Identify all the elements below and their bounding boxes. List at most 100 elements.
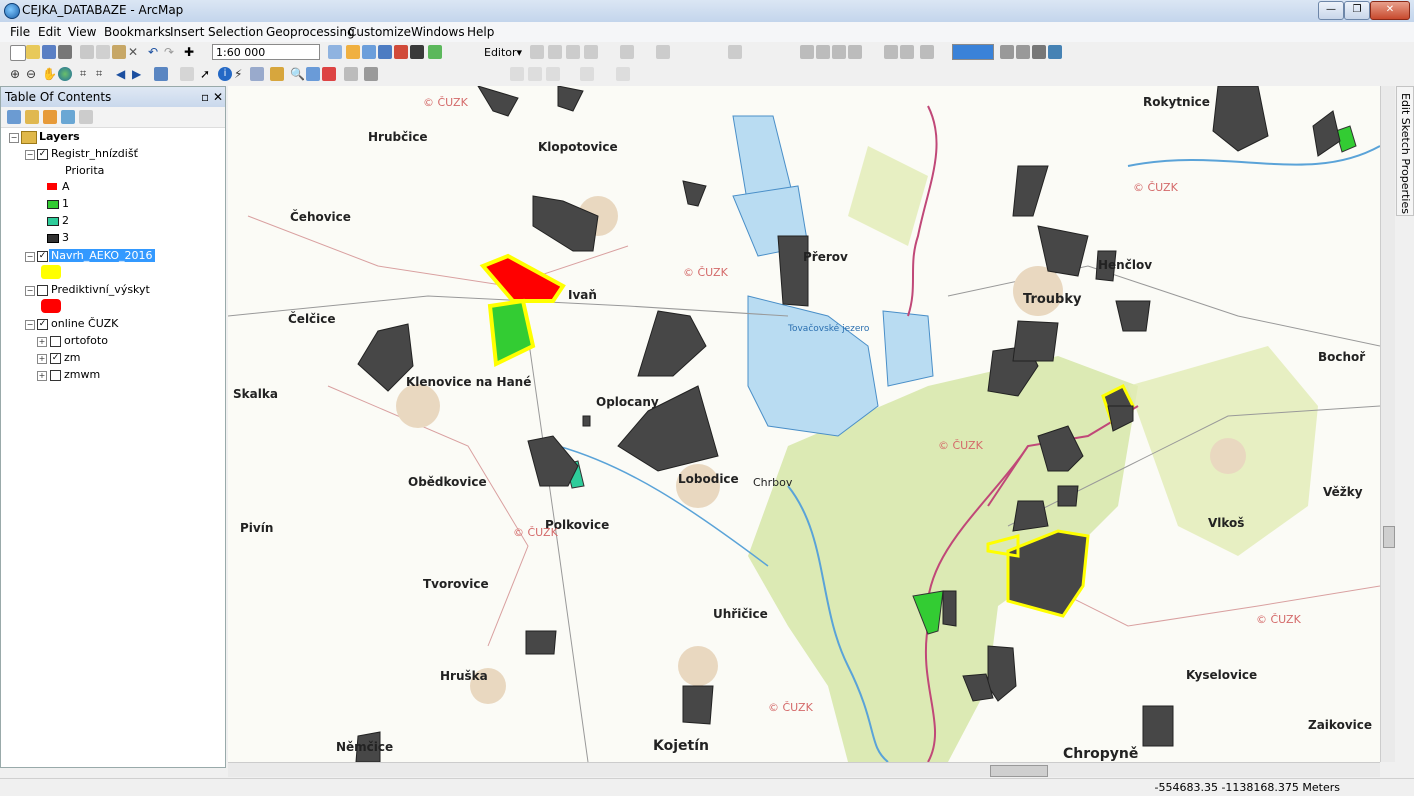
menu-view[interactable]: View	[68, 25, 96, 39]
zm-checkbox[interactable]: ✓	[50, 353, 61, 364]
identify-icon[interactable]: i	[218, 67, 232, 81]
list-by-selection-icon[interactable]	[61, 110, 75, 124]
sketch-tool-icon[interactable]	[548, 45, 562, 59]
registr-collapse-icon[interactable]: −	[25, 150, 35, 160]
rotate-icon[interactable]	[656, 45, 670, 59]
select-features-icon[interactable]	[154, 67, 168, 81]
cuzk-collapse-icon[interactable]: −	[25, 320, 35, 330]
georef-icon-4[interactable]	[848, 45, 862, 59]
navrh-collapse-icon[interactable]: −	[25, 252, 35, 262]
undo-icon[interactable]: ↶	[148, 45, 162, 59]
list-by-visibility-icon[interactable]	[43, 110, 57, 124]
georef-icon-2[interactable]	[816, 45, 830, 59]
print-icon[interactable]	[58, 45, 72, 59]
prediktivni-collapse-icon[interactable]: −	[25, 286, 35, 296]
zmwm-checkbox[interactable]	[50, 370, 61, 381]
scale-combo[interactable]: 1:60 000	[212, 44, 320, 60]
full-extent-icon[interactable]	[58, 67, 72, 81]
layer-prediktivni-label[interactable]: Prediktivní_výskyt	[51, 283, 150, 296]
topology-icon-4[interactable]	[580, 67, 594, 81]
zoom-in-icon[interactable]: ⊕	[10, 67, 24, 81]
layer-ortofoto-label[interactable]: ortofoto	[64, 334, 108, 347]
trace-icon[interactable]	[584, 45, 598, 59]
topology-icon-5[interactable]	[616, 67, 630, 81]
menu-file[interactable]: File	[10, 25, 30, 39]
layer-registr-label[interactable]: Registr_hnízdišť	[51, 147, 138, 160]
layer-zmwm-label[interactable]: zmwm	[64, 368, 100, 381]
toc-close-icon[interactable]: ✕	[213, 90, 223, 104]
topology-icon-1[interactable]	[510, 67, 524, 81]
navrh-checkbox[interactable]: ✓	[37, 251, 48, 262]
layers-collapse-icon[interactable]: −	[9, 133, 19, 143]
fixed-zoom-in-icon[interactable]: ⌗	[80, 67, 94, 81]
menu-edit[interactable]: Edit	[38, 25, 61, 39]
menu-help[interactable]: Help	[467, 25, 494, 39]
minimize-button[interactable]: —	[1318, 1, 1344, 20]
menu-bookmarks[interactable]: Bookmarks	[104, 25, 171, 39]
modelbuilder-icon[interactable]	[428, 45, 442, 59]
go-to-xy-icon[interactable]	[322, 67, 336, 81]
arctoolbox-icon[interactable]	[394, 45, 408, 59]
maximize-button[interactable]: ❐	[1344, 1, 1370, 20]
print-preview-icon[interactable]	[1032, 45, 1046, 59]
edit-tool-icon[interactable]	[530, 45, 544, 59]
map-view[interactable]: Hrubčice Klopotovice Čehovice Ivaň Čelči…	[228, 86, 1380, 762]
layout-icon-1[interactable]	[884, 45, 898, 59]
zoom-out-icon[interactable]: ⊖	[26, 67, 40, 81]
zoom-percent-combo[interactable]	[952, 44, 994, 60]
vertical-scroll-thumb[interactable]	[1383, 526, 1395, 548]
menu-insert[interactable]: Insert	[170, 25, 204, 39]
menu-selection[interactable]: Selection	[208, 25, 263, 39]
python-icon[interactable]	[410, 45, 424, 59]
horizontal-scroll-thumb[interactable]	[990, 765, 1048, 777]
search-window-icon[interactable]	[378, 45, 392, 59]
delete-icon[interactable]: ✕	[128, 45, 142, 59]
forward-extent-icon[interactable]: ▶	[132, 67, 146, 81]
ortofoto-checkbox[interactable]	[50, 336, 61, 347]
time-slider-icon[interactable]	[344, 67, 358, 81]
cut-icon[interactable]	[80, 45, 94, 59]
add-data-icon[interactable]: ✚	[184, 45, 198, 59]
catalog-icon[interactable]	[362, 45, 376, 59]
new-document-icon[interactable]	[10, 45, 26, 61]
prediktivni-checkbox[interactable]	[37, 285, 48, 296]
create-viewer-icon[interactable]	[364, 67, 378, 81]
page-layout-icon[interactable]	[1016, 45, 1030, 59]
map-horizontal-scrollbar[interactable]	[228, 762, 1380, 777]
table-icon[interactable]	[346, 45, 360, 59]
layout-icon-2[interactable]	[900, 45, 914, 59]
find-icon[interactable]: 🔍	[290, 67, 305, 81]
page-icon[interactable]	[1000, 45, 1014, 59]
ortofoto-expand-icon[interactable]: +	[37, 337, 47, 347]
copy-icon[interactable]	[96, 45, 110, 59]
clear-selection-icon[interactable]	[180, 67, 194, 81]
save-icon[interactable]	[42, 45, 56, 59]
topology-icon-2[interactable]	[528, 67, 542, 81]
fixed-zoom-out-icon[interactable]: ⌗	[96, 67, 110, 81]
pan-icon[interactable]: ✋	[42, 67, 57, 81]
straight-segment-icon[interactable]	[566, 45, 580, 59]
edit-sketch-properties-tab[interactable]: Edit Sketch Properties	[1396, 86, 1414, 216]
toc-options-icon[interactable]	[79, 110, 93, 124]
georef-icon-3[interactable]	[832, 45, 846, 59]
map-vertical-scrollbar[interactable]	[1380, 86, 1395, 762]
layer-navrh-label[interactable]: Navrh_AEKO_2016	[49, 249, 155, 262]
zm-expand-icon[interactable]: +	[37, 354, 47, 364]
editor-menu[interactable]: Editor▾	[484, 46, 522, 59]
export-icon[interactable]	[1048, 45, 1062, 59]
menu-windows[interactable]: Windows	[411, 25, 465, 39]
paste-icon[interactable]	[112, 45, 126, 59]
georef-icon-1[interactable]	[800, 45, 814, 59]
layout-icon-3[interactable]	[920, 45, 934, 59]
attributes-icon[interactable]	[728, 45, 742, 59]
select-elements-icon[interactable]: ➚	[200, 67, 214, 81]
measure-icon[interactable]	[270, 67, 284, 81]
layers-root-label[interactable]: Layers	[39, 130, 80, 143]
back-extent-icon[interactable]: ◀	[116, 67, 130, 81]
split-icon[interactable]	[620, 45, 634, 59]
list-by-drawing-order-icon[interactable]	[7, 110, 21, 124]
layer-zm-label[interactable]: zm	[64, 351, 81, 364]
registr-checkbox[interactable]: ✓	[37, 149, 48, 160]
menu-customize[interactable]: Customize	[348, 25, 411, 39]
toc-autohide-icon[interactable]: ▫	[201, 90, 209, 104]
